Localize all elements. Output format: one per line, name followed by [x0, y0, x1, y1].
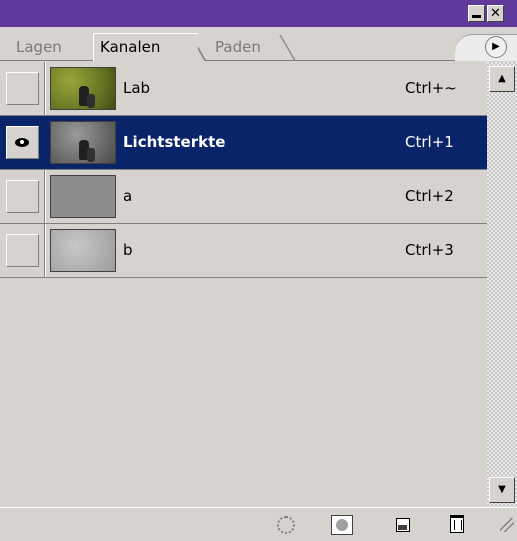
tab-kanalen[interactable]: Kanalen — [93, 33, 198, 61]
channel-shortcut: Ctrl+1 — [405, 133, 454, 151]
channel-thumbnail — [50, 121, 116, 164]
vertical-scrollbar[interactable]: ▲ ▼ — [487, 62, 517, 507]
menu-arrow-icon: ▶ — [492, 41, 500, 52]
channel-row-lichtsterkte[interactable]: Lichtsterkte Ctrl+1 — [0, 116, 487, 170]
visibility-toggle[interactable] — [6, 72, 39, 105]
tab-lagen[interactable]: Lagen — [6, 34, 92, 60]
divider — [45, 224, 46, 277]
channel-list: Lab Ctrl+~ Lichtsterkte Ctrl+1 a Ctrl+2 … — [0, 62, 487, 507]
channel-name: Lichtsterkte — [123, 133, 226, 151]
channel-row-b[interactable]: b Ctrl+3 — [0, 224, 487, 278]
channel-name: Lab — [123, 79, 151, 97]
panel-menu-button[interactable]: ▶ — [485, 36, 507, 58]
visibility-toggle[interactable] — [6, 180, 39, 213]
divider — [45, 170, 46, 223]
channel-name: a — [123, 187, 133, 205]
visibility-toggle[interactable] — [6, 126, 39, 159]
trash-icon[interactable] — [450, 515, 464, 533]
channel-shortcut: Ctrl+~ — [405, 79, 457, 97]
arrow-up-icon: ▲ — [498, 73, 506, 84]
scroll-down-button[interactable]: ▼ — [489, 477, 515, 503]
visibility-toggle[interactable] — [6, 234, 39, 267]
channel-thumbnail — [50, 229, 116, 272]
channel-row-a[interactable]: a Ctrl+2 — [0, 170, 487, 224]
scroll-up-button[interactable]: ▲ — [489, 66, 515, 92]
arrow-down-icon: ▼ — [498, 484, 506, 495]
bottom-toolbar — [0, 507, 517, 541]
selection-circle-icon[interactable] — [277, 516, 295, 534]
channel-row-lab[interactable]: Lab Ctrl+~ — [0, 62, 487, 116]
tab-baseline — [0, 60, 517, 61]
tab-paden[interactable]: Paden — [205, 34, 295, 60]
resize-grip-icon[interactable] — [500, 518, 514, 532]
mask-icon[interactable] — [331, 515, 353, 535]
channel-thumbnail — [50, 67, 116, 110]
thumbnail-figure — [87, 148, 95, 162]
channel-thumbnail — [50, 175, 116, 218]
channel-name: b — [123, 241, 133, 259]
thumbnail-figure — [87, 94, 95, 108]
channel-shortcut: Ctrl+2 — [405, 187, 454, 205]
divider — [45, 62, 46, 115]
eye-icon — [15, 138, 29, 147]
minimize-icon — [472, 15, 481, 18]
panel-titlebar[interactable]: ✕ — [0, 0, 517, 27]
new-channel-icon[interactable] — [396, 518, 410, 532]
channel-shortcut: Ctrl+3 — [405, 241, 454, 259]
minimize-button[interactable] — [468, 5, 485, 22]
close-button[interactable]: ✕ — [487, 5, 504, 22]
